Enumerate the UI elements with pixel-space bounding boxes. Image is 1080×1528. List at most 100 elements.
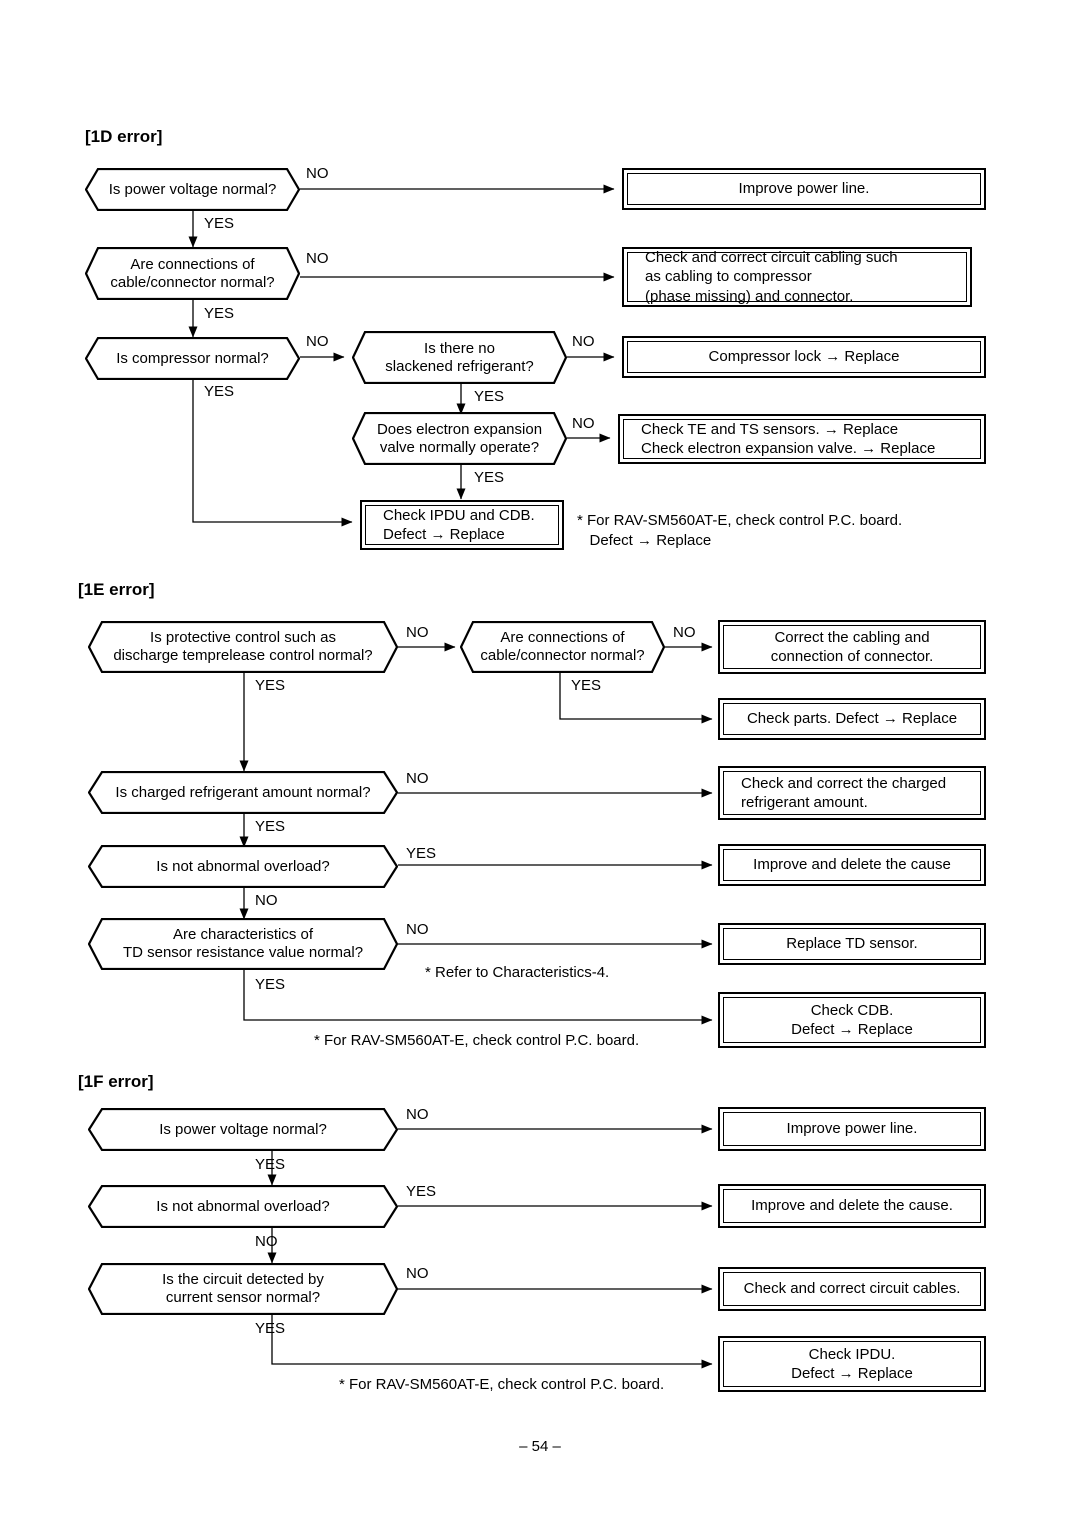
action-line-1: Check IPDU. bbox=[808, 1345, 896, 1363]
decision-label: Is not abnormal overload? bbox=[156, 857, 330, 875]
decision-label: Is not abnormal overload? bbox=[156, 1197, 330, 1215]
action-line-2: refrigerant amount. bbox=[741, 794, 868, 811]
decision-is-power-voltage-normal[interactable]: Is power voltage normal? bbox=[85, 168, 300, 211]
branch-label-no: NO bbox=[255, 892, 278, 909]
branch-label-yes: YES bbox=[204, 305, 235, 322]
branch-label-yes: YES bbox=[406, 1183, 437, 1200]
branch-label-yes: YES bbox=[406, 845, 437, 862]
branch-label-yes: YES bbox=[474, 469, 505, 486]
action-line-1: Correct the cabling and bbox=[774, 628, 930, 646]
decision-line-2: cable/connector normal? bbox=[480, 647, 645, 664]
decision-are-connections-of-cable-connector-normal[interactable]: Are connections of cable/connector norma… bbox=[460, 621, 665, 673]
decision-line-2: cable/connector normal? bbox=[110, 273, 275, 291]
branch-label-no: NO bbox=[255, 1233, 278, 1250]
document-page: [1D error] Is power voltage normal? Are … bbox=[0, 0, 1080, 1528]
decision-line-2: slackened refrigerant? bbox=[385, 357, 534, 375]
branch-label-yes: YES bbox=[204, 215, 235, 232]
decision-label: Is protective control such as discharge … bbox=[97, 629, 388, 664]
action-check-te-ts-sensors: Check TE and TS sensors. → Replace Check… bbox=[618, 414, 986, 464]
decision-are-characteristics-of-td-sensor-resistance-normal[interactable]: Are characteristics of TD sensor resista… bbox=[88, 918, 398, 970]
action-improve-and-delete-the-cause: Improve and delete the cause. bbox=[718, 1184, 986, 1228]
action-check-ipdu-and-cdb: Check IPDU and CDB. Defect → Replace bbox=[360, 500, 564, 550]
decision-label: Does electron expansion valve normally o… bbox=[361, 421, 558, 456]
note-line-1: * For RAV-SM560AT-E, check control P.C. … bbox=[577, 512, 903, 529]
action-label: Compressor lock → Replace bbox=[627, 341, 981, 373]
action-label: Improve and delete the cause. bbox=[723, 1189, 981, 1223]
decision-label: Is power voltage normal? bbox=[108, 180, 277, 198]
section-title-1f: [1F error] bbox=[78, 1072, 154, 1091]
action-line-2: Defect → Replace bbox=[791, 1365, 913, 1382]
branch-label-yes: YES bbox=[204, 383, 235, 400]
action-label: Improve and delete the cause bbox=[723, 849, 981, 881]
action-line-1: Check IPDU and CDB. bbox=[383, 506, 535, 524]
decision-line-1: Are connections of bbox=[500, 629, 625, 647]
action-label: Check parts. Defect → Replace bbox=[723, 703, 981, 735]
decision-does-electron-expansion-valve-normally-operate[interactable]: Does electron expansion valve normally o… bbox=[352, 412, 567, 465]
decision-is-there-no-slackened-refrigerant[interactable]: Is there no slackened refrigerant? bbox=[352, 331, 567, 384]
action-improve-power-line: Improve power line. bbox=[622, 168, 986, 210]
decision-label: Is charged refrigerant amount normal? bbox=[115, 783, 371, 801]
note-rav-sm560at-e-1f: * For RAV-SM560AT-E, check control P.C. … bbox=[339, 1376, 665, 1393]
note-refer-characteristics-4: * Refer to Characteristics-4. bbox=[425, 964, 610, 981]
action-line-2: Defect → Replace bbox=[791, 1021, 913, 1038]
action-check-and-correct-circuit-cabling: Check and correct circuit cabling such a… bbox=[622, 247, 972, 307]
decision-are-connections-of-cable-connector-normal[interactable]: Are connections of cable/connector norma… bbox=[85, 247, 300, 300]
page-number: – 54 – bbox=[519, 1438, 561, 1455]
branch-label-no: NO bbox=[306, 250, 329, 267]
branch-label-yes: YES bbox=[255, 677, 286, 694]
decision-line-2: current sensor normal? bbox=[165, 1289, 321, 1306]
note-line-2: Defect → Replace bbox=[577, 531, 712, 549]
decision-label: Are characteristics of TD sensor resista… bbox=[107, 926, 379, 961]
action-label: Improve power line. bbox=[627, 173, 981, 205]
action-line-2: as cabling to compressor bbox=[645, 268, 812, 286]
decision-line-2: valve normally operate? bbox=[379, 438, 540, 456]
action-label: Check and correct the charged refrigeran… bbox=[723, 771, 981, 815]
action-correct-the-cabling-and-connection: Correct the cabling and connection of co… bbox=[718, 620, 986, 674]
action-check-parts-defect-replace: Check parts. Defect → Replace bbox=[718, 698, 986, 740]
action-line-2: connection of connector. bbox=[770, 648, 934, 665]
note-rav-sm560at-e-1e: * For RAV-SM560AT-E, check control P.C. … bbox=[314, 1032, 640, 1049]
action-check-cdb-defect-replace: Check CDB. Defect → Replace bbox=[718, 992, 986, 1048]
action-line-1: Check CDB. bbox=[810, 1001, 894, 1019]
branch-label-no: NO bbox=[406, 624, 429, 641]
action-label: Check IPDU and CDB. Defect → Replace bbox=[365, 505, 559, 545]
action-line-1: Check and correct the charged bbox=[741, 774, 947, 792]
decision-line-1: Does electron expansion bbox=[376, 420, 543, 438]
decision-label: Is the circuit detected by current senso… bbox=[146, 1271, 340, 1306]
branch-label-no: NO bbox=[406, 1265, 429, 1282]
decision-line-1: Are characteristics of bbox=[172, 926, 314, 944]
decision-is-the-circuit-detected-by-current-sensor-normal[interactable]: Is the circuit detected by current senso… bbox=[88, 1263, 398, 1315]
action-label: Improve power line. bbox=[723, 1112, 981, 1146]
action-line-1: Check TE and TS sensors. → Replace bbox=[641, 420, 899, 438]
action-line-3: (phase missing) and connector. bbox=[645, 287, 854, 305]
decision-label: Are connections of cable/connector norma… bbox=[464, 629, 660, 664]
branch-label-yes: YES bbox=[255, 1320, 286, 1337]
note-rav-sm560at-e-1d: * For RAV-SM560AT-E, check control P.C. … bbox=[577, 511, 902, 550]
branch-label-yes: YES bbox=[474, 388, 505, 405]
action-line-1: Check and correct circuit cabling such bbox=[645, 249, 898, 267]
section-title-1e: [1E error] bbox=[78, 580, 155, 599]
decision-is-compressor-normal[interactable]: Is compressor normal? bbox=[85, 337, 300, 380]
action-line-2: Check electron expansion valve. → Replac… bbox=[641, 440, 936, 457]
action-line-2: Defect → Replace bbox=[383, 526, 505, 543]
action-label: Check and correct circuit cabling such a… bbox=[627, 249, 967, 305]
branch-label-yes: YES bbox=[255, 976, 286, 993]
decision-is-protective-control-normal[interactable]: Is protective control such as discharge … bbox=[88, 621, 398, 673]
decision-label: Is compressor normal? bbox=[116, 349, 269, 367]
action-improve-power-line: Improve power line. bbox=[718, 1107, 986, 1151]
branch-label-no: NO bbox=[406, 770, 429, 787]
decision-label: Is power voltage normal? bbox=[159, 1120, 327, 1138]
branch-label-no: NO bbox=[306, 333, 329, 350]
section-title-1d: [1D error] bbox=[85, 127, 163, 146]
action-label: Check CDB. Defect → Replace bbox=[723, 997, 981, 1043]
branch-label-no: NO bbox=[572, 415, 595, 432]
decision-line-1: Are connections of bbox=[130, 255, 255, 273]
decision-line-2: discharge temprelease control normal? bbox=[113, 647, 373, 664]
action-check-and-correct-charged-refrigerant: Check and correct the charged refrigeran… bbox=[718, 766, 986, 820]
decision-is-not-abnormal-overload[interactable]: Is not abnormal overload? bbox=[88, 845, 398, 888]
decision-is-not-abnormal-overload[interactable]: Is not abnormal overload? bbox=[88, 1185, 398, 1228]
branch-label-no: NO bbox=[572, 333, 595, 350]
branch-label-yes: YES bbox=[255, 1156, 286, 1173]
decision-is-power-voltage-normal[interactable]: Is power voltage normal? bbox=[88, 1108, 398, 1151]
decision-is-charged-refrigerant-amount-normal[interactable]: Is charged refrigerant amount normal? bbox=[88, 771, 398, 814]
